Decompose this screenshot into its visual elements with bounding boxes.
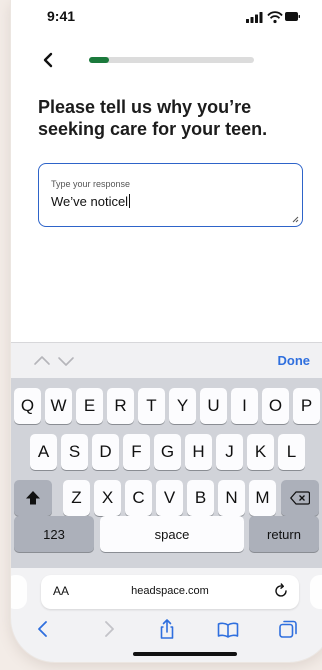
key-b[interactable]: B <box>187 480 214 516</box>
key-p[interactable]: P <box>293 388 320 424</box>
numbers-key[interactable]: 123 <box>14 516 94 552</box>
response-label: Type your response <box>51 179 131 189</box>
back-icon[interactable] <box>33 618 55 640</box>
key-k[interactable]: K <box>247 434 274 470</box>
shift-icon <box>26 491 40 505</box>
key-u[interactable]: U <box>200 388 227 424</box>
key-i[interactable]: I <box>231 388 258 424</box>
browser-toolbar <box>11 618 322 646</box>
key-f[interactable]: F <box>123 434 150 470</box>
key-c[interactable]: C <box>125 480 152 516</box>
previous-tab-peek[interactable] <box>11 575 27 609</box>
key-y[interactable]: Y <box>169 388 196 424</box>
key-v[interactable]: V <box>156 480 183 516</box>
response-value[interactable]: We’ve noticel <box>51 194 131 209</box>
keyboard-area: Done QWERTYUIOP ASDFGHJKL ZXCVBNM 123 sp… <box>11 342 322 662</box>
wifi-icon <box>267 11 283 24</box>
browser-chrome: AA headspace.com <box>11 568 322 662</box>
address-bar[interactable]: AA headspace.com <box>41 575 299 609</box>
next-field-icon <box>58 357 74 366</box>
tabs-icon[interactable] <box>277 618 299 640</box>
shift-key[interactable] <box>14 480 52 516</box>
space-key[interactable]: space <box>100 516 244 552</box>
key-w[interactable]: W <box>45 388 72 424</box>
url-text: headspace.com <box>131 585 209 597</box>
status-icons <box>246 11 300 24</box>
backspace-icon <box>290 491 310 505</box>
key-q[interactable]: Q <box>14 388 41 424</box>
form-nav-arrows <box>34 356 74 366</box>
progress-fill <box>89 57 109 63</box>
back-chevron-icon[interactable] <box>39 50 59 70</box>
key-x[interactable]: X <box>94 480 121 516</box>
done-button[interactable]: Done <box>278 353 311 368</box>
key-a[interactable]: A <box>30 434 57 470</box>
key-r[interactable]: R <box>107 388 134 424</box>
key-z[interactable]: Z <box>63 480 90 516</box>
status-bar: 9:41 <box>11 0 322 36</box>
previous-field-icon <box>34 356 50 365</box>
response-textarea[interactable]: Type your response We’ve noticel <box>38 163 303 227</box>
home-indicator <box>133 652 237 656</box>
key-e[interactable]: E <box>76 388 103 424</box>
delete-key[interactable] <box>281 480 319 516</box>
cellular-signal-icon <box>246 12 263 23</box>
next-tab-peek[interactable] <box>310 575 322 609</box>
resize-grip-icon[interactable] <box>292 216 299 223</box>
key-o[interactable]: O <box>262 388 289 424</box>
reload-icon[interactable] <box>273 583 289 599</box>
key-h[interactable]: H <box>185 434 212 470</box>
key-d[interactable]: D <box>92 434 119 470</box>
phone-screen: 9:41 Please tell us why you’re seeking c… <box>11 0 322 662</box>
status-time: 9:41 <box>47 8 76 24</box>
progress-track <box>89 57 254 63</box>
bookmarks-icon[interactable] <box>217 618 239 640</box>
key-m[interactable]: M <box>249 480 276 516</box>
text-caret <box>129 194 131 208</box>
key-j[interactable]: J <box>216 434 243 470</box>
battery-icon <box>285 12 300 21</box>
forward-icon[interactable] <box>97 618 119 640</box>
key-n[interactable]: N <box>218 480 245 516</box>
keyboard-accessory-bar: Done <box>11 342 322 378</box>
key-l[interactable]: L <box>278 434 305 470</box>
question-heading: Please tell us why you’re seeking care f… <box>38 97 268 139</box>
return-key[interactable]: return <box>249 516 319 552</box>
share-icon[interactable] <box>156 618 178 640</box>
key-g[interactable]: G <box>154 434 181 470</box>
key-s[interactable]: S <box>61 434 88 470</box>
keyboard-keys: QWERTYUIOP ASDFGHJKL ZXCVBNM 123 space r… <box>11 378 322 568</box>
key-t[interactable]: T <box>138 388 165 424</box>
